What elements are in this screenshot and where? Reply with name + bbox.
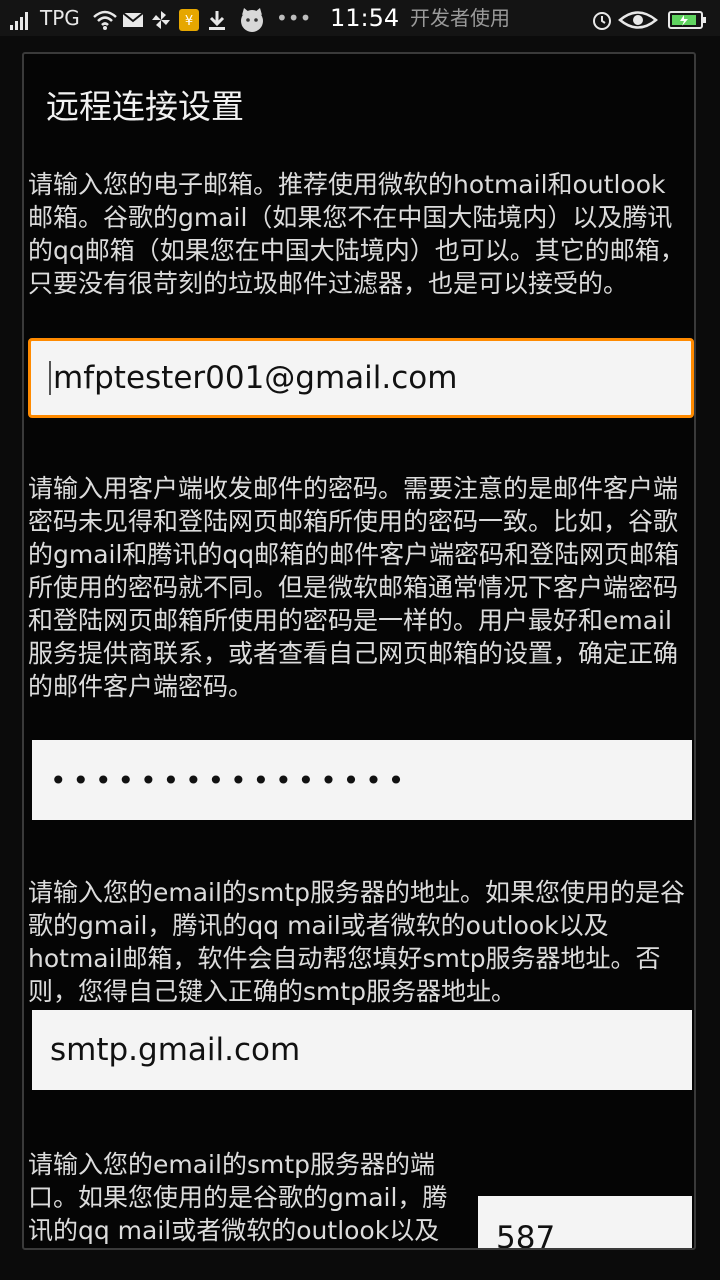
more-dots-icon: ••• <box>276 6 312 30</box>
password-input[interactable]: •••••••••••••••• <box>32 740 692 820</box>
text-caret <box>49 361 51 395</box>
carrier-label: TPG <box>40 6 80 30</box>
clock: 11:54 <box>330 4 400 32</box>
smtp-server-description: 请输入您的email的smtp服务器的地址。如果您使用的是谷歌的gmail，腾讯… <box>28 878 685 1006</box>
email-description: 请输入您的电子邮箱。推荐使用微软的hotmail和outlook邮箱。谷歌的gm… <box>28 170 685 298</box>
status-bar: TPG ¥ ••• 11:54 开发者使用 <box>0 0 720 36</box>
svg-text:¥: ¥ <box>185 14 193 29</box>
eye-icon <box>618 0 658 36</box>
password-value: •••••••••••••••• <box>50 763 411 797</box>
smtp-server-value: smtp.gmail.com <box>50 1032 301 1068</box>
download-icon <box>206 0 228 36</box>
cat-icon <box>238 0 266 36</box>
mail-icon <box>122 0 144 36</box>
email-value: mfptester001@gmail.com <box>53 360 458 396</box>
alarm-icon <box>590 0 614 36</box>
smtp-port-input[interactable]: 587 <box>478 1196 692 1250</box>
battery-icon <box>668 0 708 36</box>
password-description: 请输入用客户端收发邮件的密码。需要注意的是邮件客户端密码未见得和登陆网页邮箱所使… <box>28 474 680 701</box>
signal-icon <box>8 0 36 36</box>
wifi-icon <box>92 0 118 36</box>
smtp-server-input[interactable]: smtp.gmail.com <box>32 1010 692 1090</box>
pinwheel-icon <box>150 0 172 36</box>
remote-connection-dialog: 远程连接设置 请输入您的电子邮箱。推荐使用微软的hotmail和outlook邮… <box>22 52 696 1250</box>
app-badge-icon: ¥ <box>178 0 200 36</box>
smtp-port-description: 请输入您的email的smtp服务器的端口。如果您使用的是谷歌的gmail，腾讯… <box>28 1150 448 1245</box>
dialog-title: 远程连接设置 <box>46 87 244 126</box>
notification-text: 开发者使用 <box>410 6 510 30</box>
smtp-port-value: 587 <box>496 1220 556 1250</box>
email-input[interactable]: mfptester001@gmail.com <box>28 338 694 418</box>
